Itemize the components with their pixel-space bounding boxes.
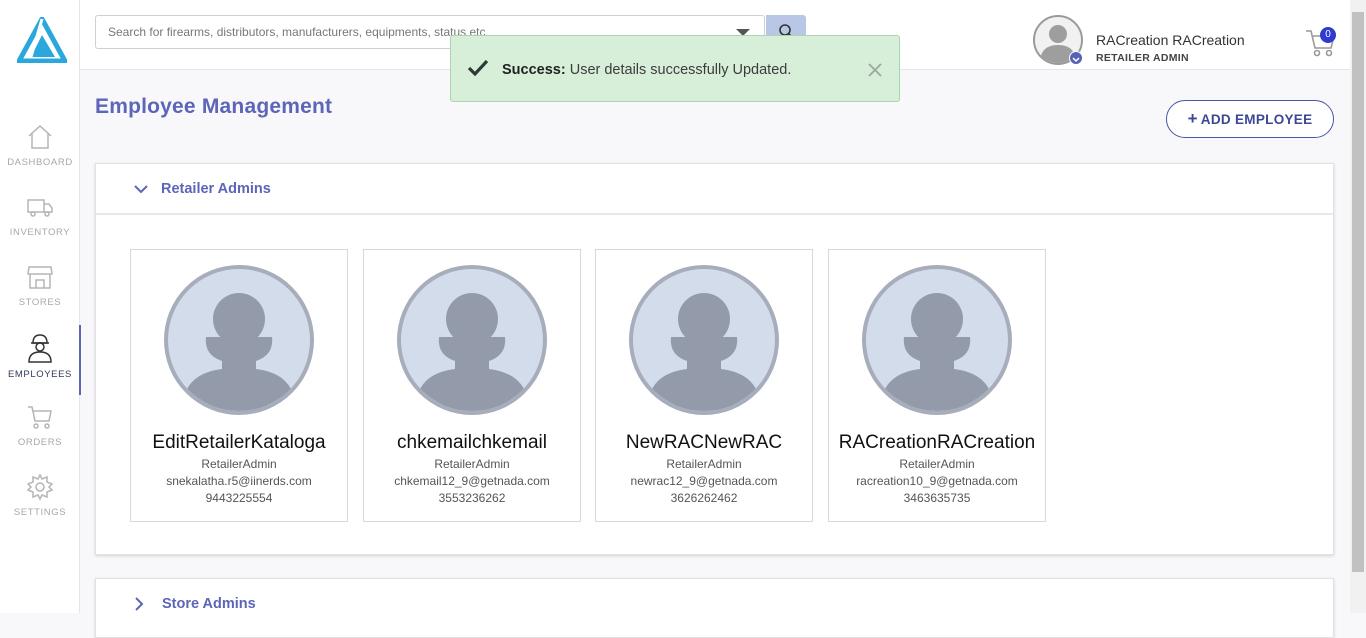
chevron-down-icon[interactable]: [1069, 51, 1083, 65]
employee-phone: 3463635735: [903, 491, 971, 505]
employee-icon: [28, 334, 52, 363]
employee-name: EditRetailerKataloga: [152, 432, 326, 453]
gear-icon: [26, 473, 54, 501]
user-name: RACreation RACreation: [1096, 32, 1245, 48]
employee-role: RetailerAdmin: [899, 457, 975, 471]
employee-phone: 3553236262: [438, 491, 506, 505]
retailer-admins-header[interactable]: Retailer Admins: [96, 164, 1333, 215]
employee-email: snekalatha.r5@iinerds.com: [166, 474, 312, 488]
checkmark-icon: [467, 59, 489, 77]
employee-name: NewRACNewRAC: [625, 432, 783, 453]
app-logo[interactable]: [17, 17, 67, 63]
toast-message: Success: User details successfully Updat…: [502, 62, 791, 78]
toast-title: Success:: [502, 62, 566, 78]
nav-item-settings[interactable]: SETTINGS: [0, 473, 80, 543]
user-avatar-icon: [417, 293, 527, 411]
employee-email: newrac12_9@getnada.com: [630, 474, 778, 488]
employee-card[interactable]: NewRACNewRAC RetailerAdmin newrac12_9@ge…: [595, 249, 813, 522]
scrollbar-thumb[interactable]: [1352, 12, 1364, 572]
nav-label: EMPLOYEES: [7, 369, 72, 380]
close-icon[interactable]: [867, 62, 883, 78]
retailer-admins-panel: Retailer Admins EditRetailerKataloga Ret…: [95, 163, 1334, 555]
employee-name: RACreationRACreation: [838, 432, 1036, 453]
home-icon: [28, 124, 52, 149]
avatar: [397, 265, 547, 415]
nav-item-dashboard[interactable]: DASHBOARD: [0, 123, 80, 193]
nav-item-stores[interactable]: STORES: [0, 263, 80, 333]
truck-icon: [27, 199, 53, 217]
success-toast: Success: User details successfully Updat…: [450, 35, 900, 102]
employee-phone: 9443225554: [205, 491, 273, 505]
plus-icon: +: [1187, 109, 1198, 128]
page-title: Employee Management: [95, 95, 333, 118]
store-icon: [27, 266, 53, 289]
employee-role: RetailerAdmin: [434, 457, 510, 471]
employee-name: chkemailchkemail: [397, 432, 547, 453]
sidebar: DASHBOARD INVENTORY STORES EMPLOYEES ORD…: [0, 0, 81, 613]
employee-email: racreation10_9@getnada.com: [856, 474, 1018, 488]
section-title: Store Admins: [162, 596, 256, 612]
employee-card[interactable]: RACreationRACreation RetailerAdmin racre…: [828, 249, 1046, 522]
scrollbar[interactable]: [1350, 0, 1366, 613]
employee-phone: 3626262462: [670, 491, 738, 505]
chevron-down-icon[interactable]: [134, 184, 148, 194]
nav-label: SETTINGS: [13, 507, 67, 518]
add-employee-label: ADD EMPLOYEE: [1200, 112, 1313, 127]
user-avatar-icon: [882, 293, 992, 411]
cart-count-badge: 0: [1320, 27, 1336, 43]
employee-card[interactable]: EditRetailerKataloga RetailerAdmin sneka…: [130, 249, 348, 522]
avatar: [164, 265, 314, 415]
employee-role: RetailerAdmin: [666, 457, 742, 471]
cart-icon: [28, 406, 52, 429]
store-admins-panel[interactable]: Store Admins: [95, 578, 1334, 638]
avatar: [862, 265, 1012, 415]
nav-label: INVENTORY: [9, 227, 71, 238]
section-title: Retailer Admins: [161, 181, 271, 197]
chevron-right-icon[interactable]: [134, 597, 144, 611]
user-avatar-icon: [184, 293, 294, 411]
nav-item-inventory[interactable]: INVENTORY: [0, 193, 80, 263]
nav-label: ORDERS: [17, 437, 63, 448]
toast-body: User details successfully Updated.: [569, 62, 792, 78]
employee-email: chkemail12_9@getnada.com: [394, 474, 550, 488]
employee-role: RetailerAdmin: [201, 457, 277, 471]
user-avatar-icon: [649, 293, 759, 411]
nav-item-orders[interactable]: ORDERS: [0, 403, 80, 473]
nav-item-employees[interactable]: EMPLOYEES: [0, 325, 81, 395]
add-employee-button[interactable]: + ADD EMPLOYEE: [1166, 100, 1334, 138]
nav-label: DASHBOARD: [7, 157, 73, 168]
nav-label: STORES: [18, 297, 62, 308]
employee-card[interactable]: chkemailchkemail RetailerAdmin chkemail1…: [363, 249, 581, 522]
avatar: [629, 265, 779, 415]
user-role: RETAILER ADMIN: [1096, 52, 1189, 64]
